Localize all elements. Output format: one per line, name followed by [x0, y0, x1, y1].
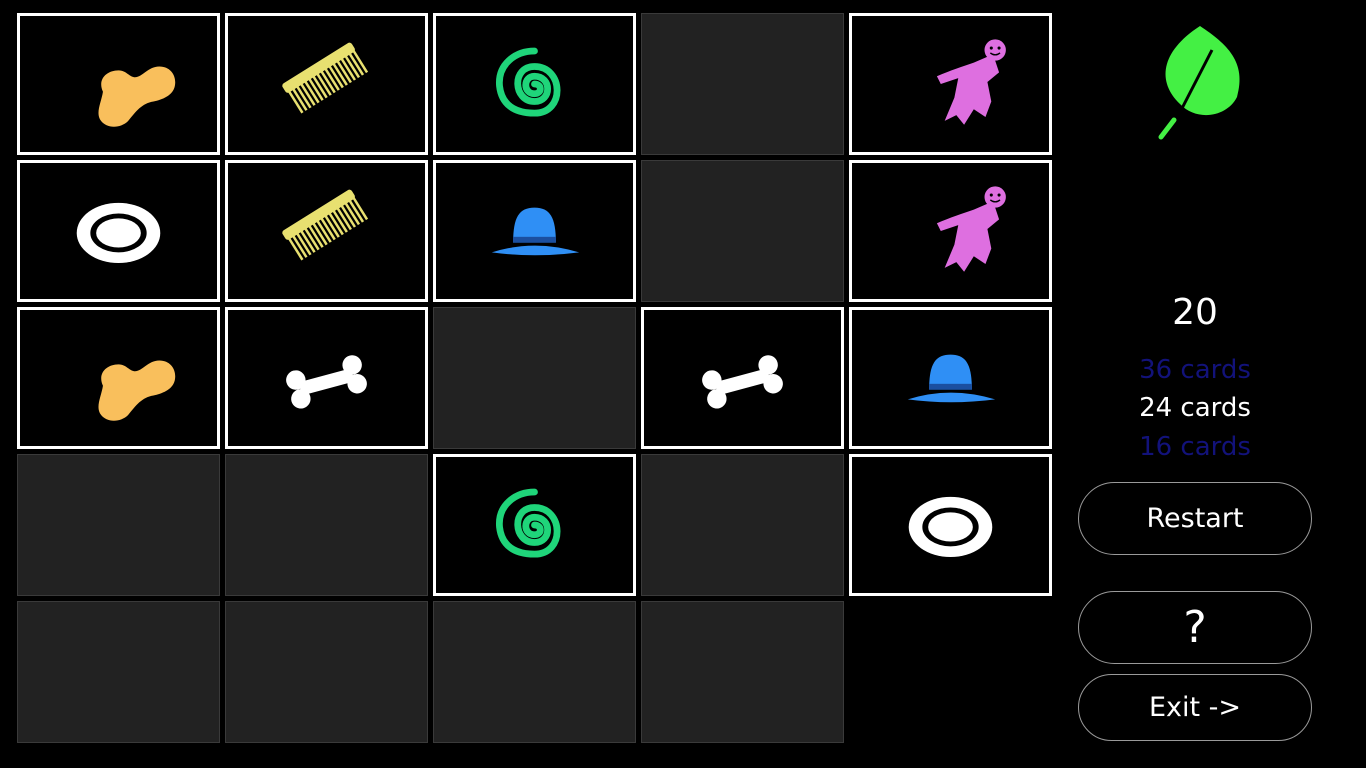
restart-button[interactable]: Restart: [1078, 482, 1312, 555]
card-spiral[interactable]: [433, 454, 636, 596]
moves-counter: 20: [1172, 292, 1218, 333]
card-face-down[interactable]: [17, 454, 220, 596]
card-plate[interactable]: [849, 454, 1052, 596]
help-button[interactable]: ?: [1078, 591, 1312, 664]
card-peanut[interactable]: [17, 307, 220, 449]
spiral-icon: [496, 488, 561, 558]
hat-icon: [491, 207, 580, 256]
card-face-down[interactable]: [433, 307, 636, 449]
bone-icon: [286, 355, 367, 409]
card-peanut[interactable]: [17, 13, 220, 155]
card-comb[interactable]: [225, 13, 428, 155]
doll-icon: [936, 39, 1006, 125]
comb-icon: [282, 189, 369, 261]
card-face-down[interactable]: [641, 13, 844, 155]
card-doll[interactable]: [849, 160, 1052, 302]
card-face-down[interactable]: [225, 454, 428, 596]
size-option-16[interactable]: 16 cards: [1060, 432, 1330, 462]
peanut-icon: [98, 66, 176, 127]
peanut-icon: [98, 360, 176, 421]
card-face-down[interactable]: [433, 601, 636, 743]
doll-icon: [936, 186, 1006, 272]
card-face-down[interactable]: [641, 160, 844, 302]
size-option-36[interactable]: 36 cards: [1060, 355, 1330, 385]
card-bone[interactable]: [641, 307, 844, 449]
card-plate[interactable]: [17, 160, 220, 302]
spiral-icon: [496, 47, 561, 117]
plate-icon: [908, 496, 993, 558]
card-hat[interactable]: [433, 160, 636, 302]
card-face-down[interactable]: [641, 454, 844, 596]
plate-icon: [76, 202, 161, 264]
card-face-down[interactable]: [641, 601, 844, 743]
card-bone[interactable]: [225, 307, 428, 449]
exit-button[interactable]: Exit ->: [1078, 674, 1312, 741]
comb-icon: [282, 42, 369, 114]
card-doll[interactable]: [849, 13, 1052, 155]
size-option-24[interactable]: 24 cards: [1060, 393, 1330, 423]
card-spiral[interactable]: [433, 13, 636, 155]
card-comb[interactable]: [225, 160, 428, 302]
card-face-down[interactable]: [17, 601, 220, 743]
card-face-down[interactable]: [225, 601, 428, 743]
sidebar: 20 36 cards 24 cards 16 cards Restart ? …: [1060, 0, 1366, 768]
leaf-icon: [1152, 22, 1252, 140]
bone-icon: [702, 355, 783, 409]
card-grid: [0, 0, 1060, 768]
hat-icon: [907, 354, 996, 403]
card-hat[interactable]: [849, 307, 1052, 449]
